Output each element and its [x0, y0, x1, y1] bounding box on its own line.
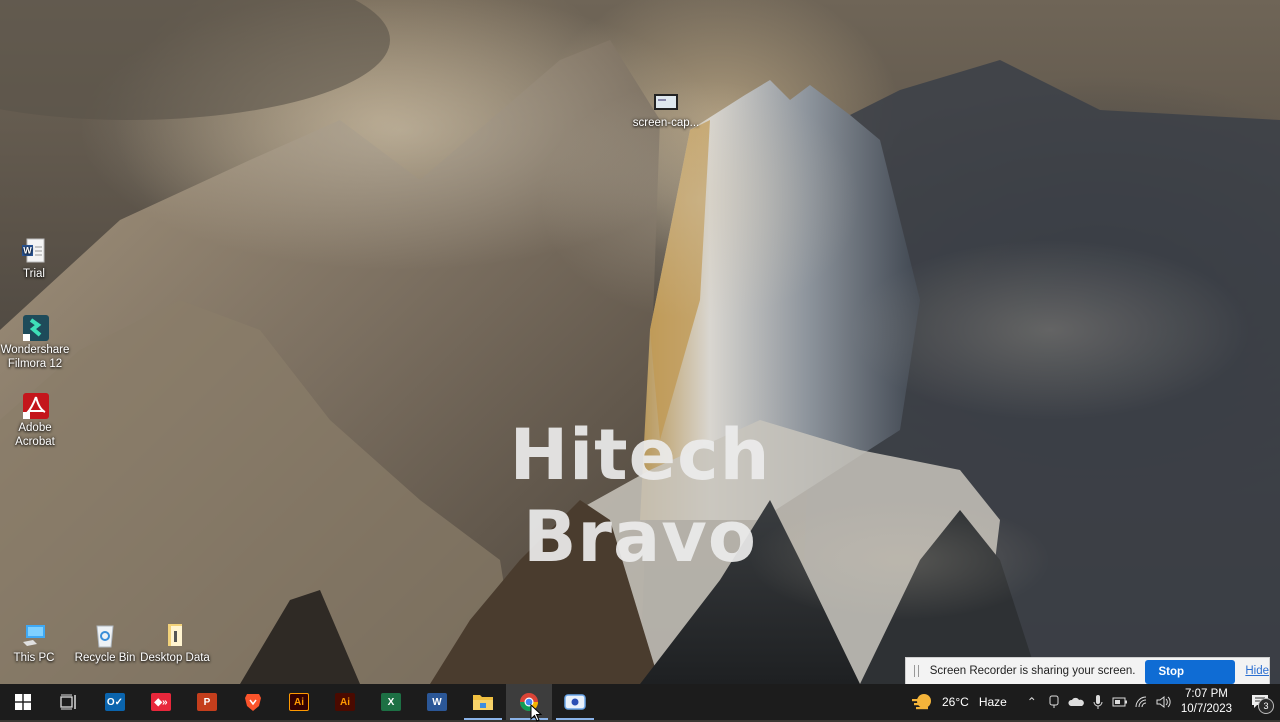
- desktop-icon-desktop-data[interactable]: Desktop Data: [139, 622, 211, 665]
- computer-icon: [21, 622, 47, 648]
- taskbar-word[interactable]: W: [414, 684, 460, 720]
- weather-condition: Haze: [978, 695, 1007, 709]
- taskbar-anydesk[interactable]: ◆»: [138, 684, 184, 720]
- word-icon: W: [427, 693, 447, 711]
- desktop-icon-label: screen-cap...: [632, 117, 700, 129]
- filmora-icon: [22, 314, 49, 341]
- clock-date: 10/7/2023: [1180, 703, 1232, 715]
- excel-icon: X: [381, 693, 401, 711]
- hide-link[interactable]: Hide: [1245, 665, 1269, 677]
- desktop-icon-acrobat[interactable]: Adobe Acrobat: [0, 392, 71, 449]
- taskbar-illustrator[interactable]: Ai: [276, 684, 322, 720]
- powerpoint-icon: P: [197, 693, 217, 711]
- taskbar-powerpoint[interactable]: P: [184, 684, 230, 720]
- desktop-icon-recycle-bin[interactable]: Recycle Bin: [69, 622, 141, 665]
- task-view-icon: [60, 694, 76, 710]
- windows-start-icon: [15, 694, 31, 710]
- notification-count-badge: 3: [1258, 698, 1274, 714]
- battery-icon[interactable]: [1109, 684, 1131, 720]
- watermark-text: Hitech Bravo: [509, 414, 771, 578]
- taskbar-chrome[interactable]: [506, 684, 552, 720]
- folder-icon: [162, 622, 188, 648]
- taskbar-brave[interactable]: [230, 684, 276, 720]
- desktop-icon-label: Wondershare Filmora 12: [0, 344, 70, 370]
- mouse-cursor-icon: [530, 704, 542, 722]
- meet-now-icon[interactable]: [1043, 684, 1065, 720]
- desktop-icon-label: Recycle Bin: [74, 652, 136, 664]
- volume-icon[interactable]: [1153, 684, 1175, 720]
- recycle-bin-icon: [92, 622, 118, 648]
- screen-recorder-icon: [564, 694, 586, 710]
- illustrator-icon: Ai: [289, 693, 309, 711]
- system-tray: 26°C Haze ⌃ 7:07 PM 10/7/2023 3: [911, 684, 1280, 720]
- screen-sharing-bar: Screen Recorder is sharing your screen. …: [905, 657, 1270, 702]
- onedrive-icon[interactable]: [1065, 684, 1087, 720]
- weather-haze-icon: [912, 694, 931, 710]
- chevron-up-icon[interactable]: ⌃: [1021, 684, 1043, 720]
- taskbar-file-explorer[interactable]: [460, 684, 506, 720]
- outlook-icon: O✓: [105, 693, 125, 711]
- taskbar-adobe-ai[interactable]: Ai: [322, 684, 368, 720]
- taskbar-outlook[interactable]: O✓: [92, 684, 138, 720]
- desktop-icon-this-pc[interactable]: This PC: [0, 622, 70, 665]
- wifi-icon[interactable]: [1131, 684, 1153, 720]
- desktop-icon-filmora[interactable]: Wondershare Filmora 12: [0, 314, 71, 371]
- svg-text:W: W: [23, 246, 32, 256]
- taskbar-screen-recorder[interactable]: [552, 684, 598, 720]
- acrobat-icon: [22, 392, 49, 419]
- clock-time: 7:07 PM: [1185, 688, 1228, 700]
- weather-temp: 26°C: [942, 695, 969, 709]
- desktop-icon-label: Desktop Data: [140, 652, 210, 664]
- screenshot-file-icon: [653, 93, 679, 113]
- taskbar-excel[interactable]: X: [368, 684, 414, 720]
- anydesk-icon: ◆»: [151, 693, 171, 711]
- desktop-icon-label: Adobe Acrobat: [15, 422, 55, 448]
- folder-icon: [473, 695, 493, 710]
- sharing-message: Screen Recorder is sharing your screen.: [929, 665, 1136, 677]
- task-view-button[interactable]: [46, 684, 92, 720]
- desktop-icon-label: This PC: [13, 652, 55, 664]
- clock[interactable]: 7:07 PM 10/7/2023: [1181, 687, 1232, 717]
- taskbar: O✓ ◆» P Ai Ai X W 26°C Haze ⌃ 7:07 PM 10…: [0, 684, 1280, 720]
- notification-center-button[interactable]: 3: [1240, 684, 1280, 720]
- stop-sharing-button[interactable]: Stop sharing: [1144, 660, 1236, 702]
- weather-widget[interactable]: 26°C Haze: [911, 693, 1007, 711]
- drag-handle-icon[interactable]: [914, 665, 919, 677]
- microphone-icon[interactable]: [1087, 684, 1109, 720]
- word-document-icon: W: [21, 238, 47, 264]
- desktop-icon-trial[interactable]: W Trial: [0, 238, 70, 281]
- adobe-ai-icon: Ai: [335, 693, 355, 711]
- desktop-icon-screen-capture[interactable]: screen-cap...: [630, 93, 702, 130]
- brave-icon: [245, 694, 261, 711]
- start-button[interactable]: [0, 684, 46, 720]
- desktop-icon-label: Trial: [23, 268, 45, 280]
